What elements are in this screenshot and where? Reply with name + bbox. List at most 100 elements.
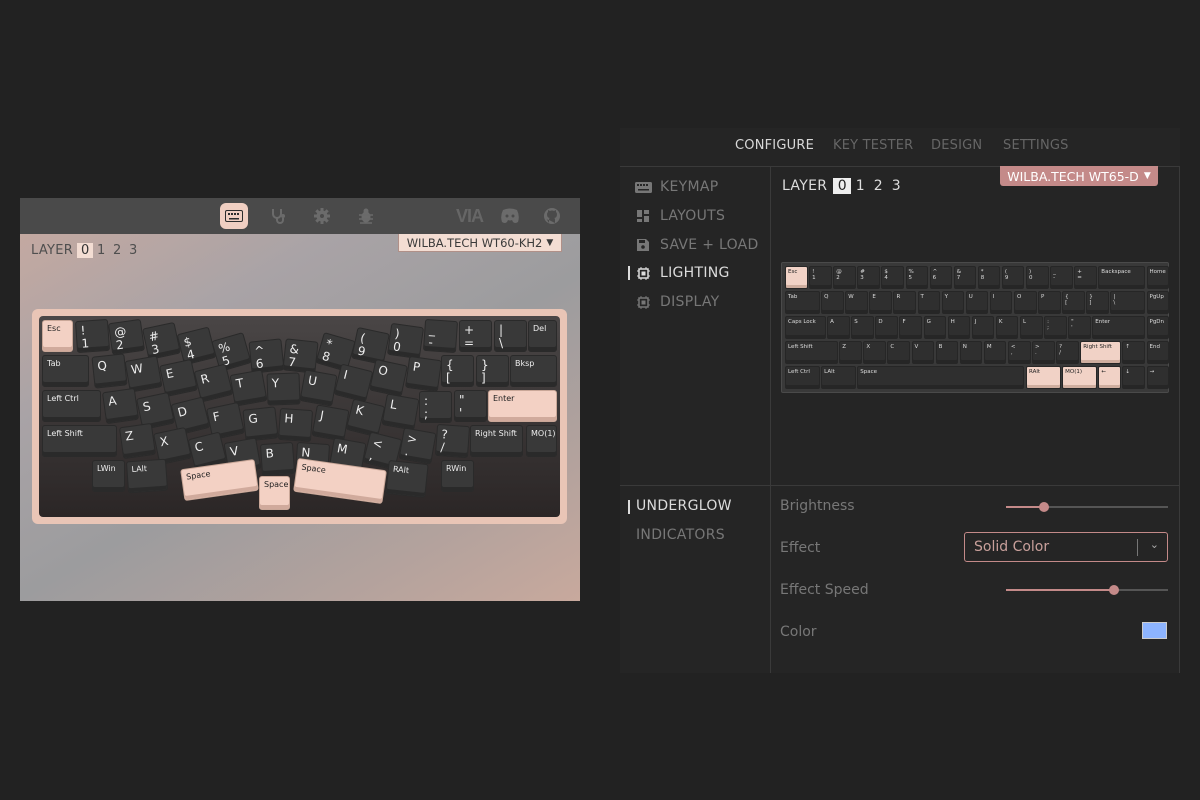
key[interactable]: Left Shift — [42, 425, 117, 457]
key[interactable]: B — [259, 441, 296, 477]
key[interactable]: & 7 — [953, 266, 977, 289]
bug-icon[interactable] — [354, 204, 378, 228]
key[interactable]: Q — [91, 353, 128, 389]
key[interactable]: ( 9 — [351, 326, 390, 366]
key[interactable]: @ 2 — [833, 266, 856, 289]
key[interactable]: Enter — [1092, 316, 1145, 339]
key[interactable]: ) 0 — [1026, 266, 1049, 289]
key[interactable]: Esc — [785, 266, 808, 289]
key[interactable]: Y — [266, 372, 301, 406]
key[interactable]: Bksp — [510, 355, 557, 387]
effect-select[interactable]: Solid Color ⌄ — [964, 532, 1168, 562]
key[interactable]: Space — [259, 476, 290, 510]
key[interactable]: H — [277, 407, 314, 443]
layer-option-1[interactable]: 1 — [851, 178, 869, 194]
key[interactable]: A — [827, 316, 850, 339]
key[interactable]: Home — [1146, 266, 1170, 289]
key[interactable]: PgUp — [1146, 291, 1170, 314]
tab-settings[interactable]: SETTINGS — [1003, 138, 1069, 153]
key[interactable]: * 8 — [977, 266, 1001, 289]
key[interactable]: K — [995, 316, 1019, 339]
key[interactable]: LAlt — [821, 366, 856, 389]
key[interactable]: # 3 — [142, 321, 181, 361]
layer-option-1[interactable]: 1 — [93, 243, 109, 258]
via-logo[interactable]: VIA — [456, 206, 484, 227]
key[interactable]: ) 0 — [386, 322, 425, 360]
key[interactable]: Esc — [42, 320, 73, 352]
sidebar-item-display[interactable]: DISPLAY — [634, 294, 720, 310]
key[interactable]: RWin — [441, 460, 474, 492]
github-icon[interactable] — [540, 204, 564, 228]
layer-option-3[interactable]: 3 — [125, 243, 141, 258]
key[interactable]: Space — [180, 458, 259, 502]
key[interactable]: | \ — [494, 320, 527, 352]
key[interactable]: O — [369, 358, 408, 398]
effect-speed-slider-knob[interactable] — [1109, 585, 1119, 595]
brightness-slider-knob[interactable] — [1039, 502, 1049, 512]
key[interactable]: T — [229, 369, 268, 407]
key[interactable]: I — [333, 363, 374, 403]
key[interactable]: G — [923, 316, 947, 339]
keyboard-icon[interactable] — [220, 203, 248, 229]
key[interactable]: ( 9 — [1001, 266, 1025, 289]
key[interactable]: Y — [941, 291, 965, 314]
key[interactable]: _ - — [1050, 266, 1073, 289]
key[interactable]: RAlt — [1026, 366, 1061, 389]
layer-option-0[interactable]: 0 — [833, 178, 852, 194]
lighting-tab-indicators[interactable]: INDICATORS — [636, 527, 725, 543]
sidebar-item-save-load[interactable]: SAVE + LOAD — [634, 237, 759, 253]
key[interactable]: T — [917, 291, 941, 314]
key[interactable]: ! 1 — [809, 266, 832, 289]
key[interactable]: G — [242, 406, 279, 442]
key[interactable]: P — [1038, 291, 1061, 314]
sidebar-item-keymap[interactable]: KEYMAP — [634, 179, 718, 195]
key[interactable]: Z — [839, 341, 862, 364]
key[interactable]: + = — [1074, 266, 1097, 289]
key[interactable]: C — [887, 341, 911, 364]
key[interactable]: ← — [1098, 366, 1121, 389]
key[interactable]: Right Shift — [470, 425, 523, 457]
key[interactable]: Caps Lock — [785, 316, 826, 339]
key[interactable]: M — [983, 341, 1007, 364]
key[interactable]: N — [959, 341, 983, 364]
key[interactable]: B — [935, 341, 959, 364]
key[interactable]: F — [899, 316, 923, 339]
key[interactable]: Tab — [42, 355, 89, 387]
key[interactable]: ! 1 — [74, 318, 111, 354]
key[interactable]: LWin — [92, 460, 125, 492]
key[interactable]: Del — [528, 320, 557, 352]
key[interactable]: ? / — [1056, 341, 1079, 364]
key[interactable]: Z — [118, 422, 157, 460]
key[interactable]: S — [851, 316, 874, 339]
key[interactable]: ↑ — [1122, 341, 1145, 364]
key[interactable]: Enter — [488, 390, 557, 422]
key[interactable]: { [ — [441, 355, 474, 387]
key[interactable]: MO(1) — [1062, 366, 1097, 389]
key[interactable]: Left Ctrl — [785, 366, 820, 389]
key[interactable]: & 7 — [282, 338, 319, 374]
key[interactable]: J — [971, 316, 995, 339]
key[interactable]: W — [845, 291, 868, 314]
key[interactable]: + = — [459, 320, 492, 352]
keyboard-select[interactable]: WILBA.TECH WT60-KH2 ▼ — [398, 234, 562, 252]
key[interactable]: E — [159, 358, 198, 398]
keyboard-select[interactable]: WILBA.TECH WT65-D ▼ — [1000, 166, 1158, 186]
key[interactable]: " ' — [454, 390, 487, 422]
key[interactable]: Space — [857, 366, 1025, 389]
key[interactable]: ↓ — [1122, 366, 1145, 389]
key[interactable]: } ] — [476, 355, 509, 387]
tab-design[interactable]: DESIGN — [931, 138, 982, 153]
key[interactable]: } ] — [1086, 291, 1109, 314]
key[interactable]: ? / — [434, 423, 471, 459]
color-swatch[interactable] — [1142, 622, 1167, 639]
key[interactable]: L — [1019, 316, 1043, 339]
key[interactable]: : ; — [1044, 316, 1067, 339]
layer-option-0[interactable]: 0 — [77, 243, 94, 258]
key[interactable]: Right Shift — [1080, 341, 1121, 364]
key[interactable]: W — [124, 355, 163, 393]
key[interactable]: → — [1146, 366, 1170, 389]
key[interactable]: Q — [821, 291, 844, 314]
key[interactable]: R — [893, 291, 917, 314]
key[interactable]: @ 2 — [107, 318, 146, 356]
key[interactable]: % 5 — [905, 266, 929, 289]
